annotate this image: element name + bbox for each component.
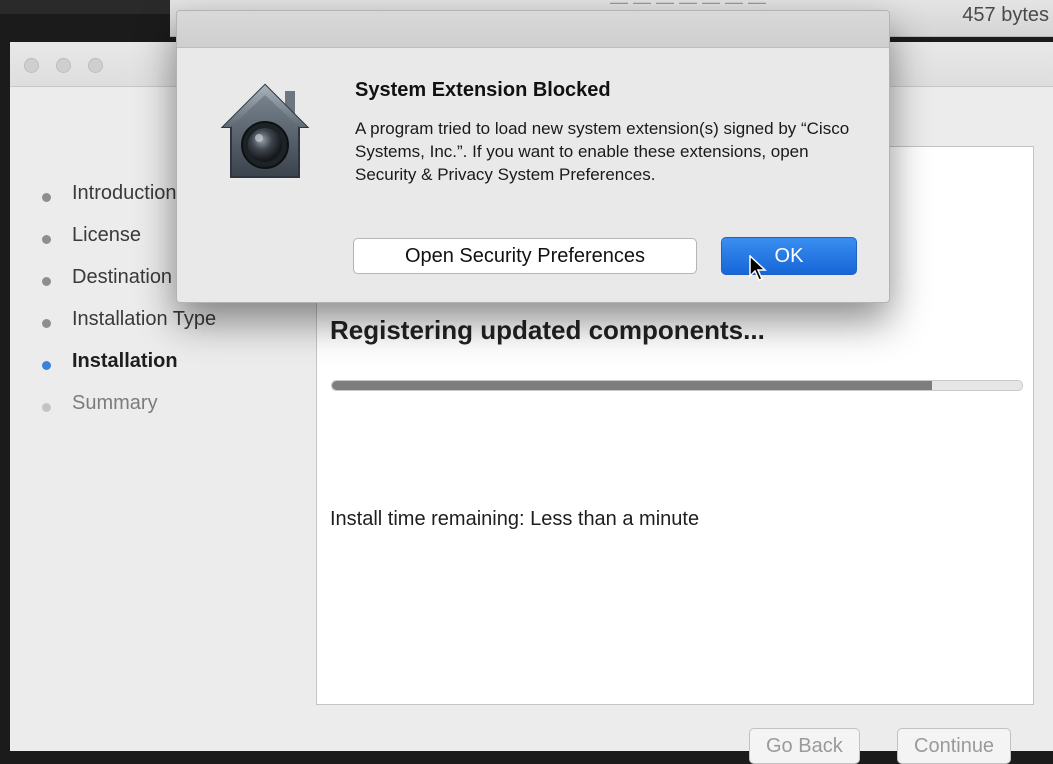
current-step-bullet: [42, 361, 51, 370]
step-label: Installation: [72, 350, 178, 372]
minimize-button[interactable]: [56, 58, 71, 73]
install-status-heading: Registering updated components...: [330, 315, 765, 345]
step-bullet: [42, 193, 51, 202]
step-label: Summary: [72, 392, 158, 414]
mouse-pointer-icon: [749, 255, 767, 281]
file-size-label: 457 bytes: [962, 4, 1049, 26]
system-extension-blocked-dialog: System Extension Blocked A program tried…: [176, 10, 890, 303]
step-label: License: [72, 224, 141, 246]
step-bullet: [42, 319, 51, 328]
dialog-title: System Extension Blocked: [355, 79, 611, 101]
zoom-button[interactable]: [88, 58, 103, 73]
time-remaining-text: Install time remaining: Less than a minu…: [330, 508, 700, 530]
install-progress-fill: [332, 381, 933, 390]
dialog-message: A program tried to load new system exten…: [355, 119, 850, 184]
go-back-button[interactable]: Go Back: [749, 728, 860, 764]
install-progress-bar: [331, 380, 1023, 391]
step-bullet: [42, 277, 51, 286]
security-house-icon: [219, 81, 311, 181]
step-bullet: [42, 235, 51, 244]
close-button[interactable]: [24, 58, 39, 73]
step-bullet: [42, 403, 51, 412]
ok-button[interactable]: OK: [721, 237, 857, 275]
continue-button[interactable]: Continue: [897, 728, 1012, 764]
dialog-titlebar: [177, 11, 889, 48]
step-label: Introduction: [72, 182, 177, 204]
open-security-preferences-button[interactable]: Open Security Preferences: [353, 238, 697, 274]
step-label: Installation Type: [72, 308, 217, 330]
